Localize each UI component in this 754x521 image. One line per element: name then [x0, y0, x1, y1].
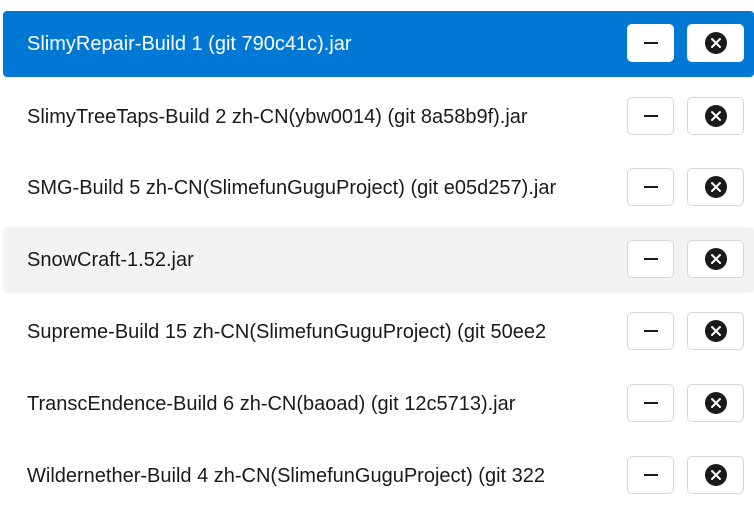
remove-button[interactable] — [627, 97, 674, 135]
minus-icon — [643, 258, 658, 260]
delete-button[interactable] — [687, 24, 744, 62]
plugin-row[interactable]: SnowCraft-1.52.jar — [3, 227, 754, 293]
close-circle-icon — [704, 105, 727, 127]
minus-icon — [643, 402, 658, 404]
remove-button[interactable] — [627, 240, 674, 278]
plugin-row[interactable]: SlimyTreeTaps-Build 2 zh-CN(ybw0014) (gi… — [3, 84, 754, 150]
close-circle-icon — [704, 248, 727, 270]
plugin-name: SMG-Build 5 zh-CN(SlimefunGuguProject) (… — [27, 177, 557, 199]
minus-icon — [643, 330, 658, 332]
remove-button[interactable] — [627, 312, 674, 350]
plugin-row[interactable]: Wildernether-Build 4 zh-CN(SlimefunGuguP… — [3, 443, 754, 509]
remove-button[interactable] — [627, 24, 674, 62]
delete-button[interactable] — [687, 456, 744, 494]
minus-icon — [643, 115, 658, 117]
close-circle-icon — [704, 392, 727, 414]
delete-button[interactable] — [687, 168, 744, 206]
plugin-row[interactable]: Supreme-Build 15 zh-CN(SlimefunGuguProje… — [3, 299, 754, 365]
plugin-name: SnowCraft-1.52.jar — [27, 249, 194, 271]
plugin-name: Supreme-Build 15 zh-CN(SlimefunGuguProje… — [27, 321, 547, 343]
delete-button[interactable] — [687, 312, 744, 350]
plugin-row[interactable]: SMG-Build 5 zh-CN(SlimefunGuguProject) (… — [3, 155, 754, 221]
plugin-row[interactable]: SlimyRepair-Build 1 (git 790c41c).jar — [3, 11, 754, 77]
plugin-row[interactable]: TranscEndence-Build 6 zh-CN(baoad) (git … — [3, 371, 754, 437]
close-circle-icon — [704, 32, 727, 54]
remove-button[interactable] — [627, 384, 674, 422]
minus-icon — [643, 474, 658, 476]
plugin-list: SlimyRepair-Build 1 (git 790c41c).jar Sl… — [0, 0, 754, 521]
remove-button[interactable] — [627, 456, 674, 494]
minus-icon — [643, 42, 658, 44]
plugin-name: SlimyRepair-Build 1 (git 790c41c).jar — [27, 33, 352, 55]
remove-button[interactable] — [627, 168, 674, 206]
close-circle-icon — [704, 176, 727, 198]
delete-button[interactable] — [687, 97, 744, 135]
close-circle-icon — [704, 320, 727, 342]
plugin-name: Wildernether-Build 4 zh-CN(SlimefunGuguP… — [27, 465, 545, 487]
plugin-name: SlimyTreeTaps-Build 2 zh-CN(ybw0014) (gi… — [27, 106, 528, 128]
delete-button[interactable] — [687, 384, 744, 422]
delete-button[interactable] — [687, 240, 744, 278]
plugin-name: TranscEndence-Build 6 zh-CN(baoad) (git … — [27, 393, 516, 415]
close-circle-icon — [704, 464, 727, 486]
minus-icon — [643, 186, 658, 188]
